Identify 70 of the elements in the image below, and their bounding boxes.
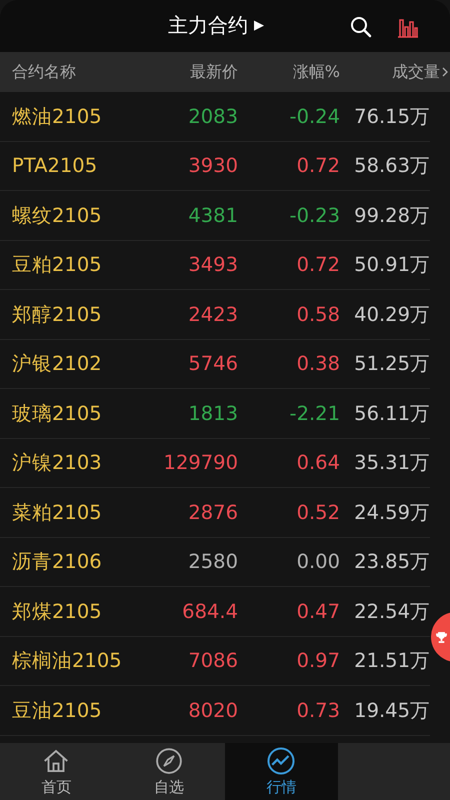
column-header[interactable]: 涨幅% (292, 62, 340, 82)
line-chart-icon (266, 746, 296, 776)
volume-cell-text: 21.51万 (354, 648, 430, 674)
volume-cell-text: 50.91万 (354, 252, 430, 278)
change-cell: 0.64 (296, 451, 340, 474)
price-cell: 684.4 (182, 600, 238, 623)
change-cell: 0.47 (296, 600, 340, 623)
quote-row[interactable]: 棕榈油2105 7086 0.97 21.51万 (0, 636, 430, 686)
contract-name: 燃油2105 (12, 104, 103, 130)
change-cell: 0.38 (296, 352, 340, 376)
change-cell: 0.97 (296, 649, 340, 672)
change-cell: -2.21 (290, 402, 340, 425)
volume-cell-text: 24.59万 (354, 500, 430, 526)
volume-cell-text: 40.29万 (354, 302, 430, 328)
change-cell: -0.23 (290, 204, 340, 227)
price-cell: 129790 (164, 451, 238, 474)
quote-row[interactable]: 沥青2106 2580 0.00 23.85万 (0, 538, 430, 587)
change-cell: 0.58 (296, 302, 340, 326)
volume-cell-text: 56.11万 (354, 400, 430, 427)
price-cell: 2580 (188, 550, 238, 574)
volume-cell-text: 23.85万 (354, 549, 430, 576)
change-cell: 0.00 (296, 550, 340, 574)
price-cell: 2876 (188, 500, 238, 524)
contract-name: 菜粕2105 (12, 500, 103, 526)
bar-chart-icon[interactable] (396, 16, 420, 38)
sort-column-header[interactable]: 成交量 (392, 62, 440, 82)
price-cell: 3930 (188, 154, 238, 178)
column-header: 合约名称 (12, 62, 77, 82)
price-cell: 3493 (188, 253, 238, 276)
nav-tab[interactable]: 行情 (225, 743, 338, 800)
contract-name: 棕榈油2105 (12, 648, 123, 674)
volume-cell-text: 58.63万 (354, 153, 430, 180)
contract-name: 郑醇2105 (12, 302, 103, 328)
quote-row[interactable]: 沪镍2103 129790 0.64 35.31万 (0, 438, 430, 488)
column-header[interactable]: 最新价 (190, 62, 238, 82)
change-cell: 0.72 (296, 154, 340, 178)
trophy-icon (435, 630, 448, 644)
volume-cell-text: 22.54万 (354, 598, 430, 625)
contract-name: 豆油2105 (12, 698, 103, 724)
contract-name: 沥青2106 (12, 549, 103, 576)
title-dropdown[interactable]: 主力合约 ▶ (168, 12, 264, 39)
contract-name: PTA2105 (12, 154, 98, 178)
price-cell: 7086 (188, 649, 238, 672)
quote-row[interactable]: PTA2105 3930 0.72 58.63万 (0, 142, 430, 191)
price-cell: 5746 (188, 352, 238, 376)
contract-name: 玻璃2105 (12, 400, 103, 427)
contract-name: 沪镍2103 (12, 450, 103, 476)
volume-cell-text: 99.28万 (354, 202, 430, 229)
price-cell: 8020 (188, 698, 238, 722)
change-cell: 0.73 (296, 698, 340, 722)
change-cell: 0.52 (296, 500, 340, 524)
contract-name: 郑煤2105 (12, 598, 103, 625)
volume-cell-text: 76.15万 (354, 104, 430, 130)
contract-name: 豆粕2105 (12, 252, 103, 278)
quote-row[interactable]: 沪银2102 5746 0.38 51.25万 (0, 340, 430, 389)
price-cell: 2423 (188, 302, 238, 326)
compass-icon (154, 746, 184, 776)
volume-cell-text: 35.31万 (354, 450, 430, 476)
chevron-icon (442, 67, 448, 77)
change-cell: 0.72 (296, 253, 340, 276)
price-cell: 1813 (188, 402, 238, 425)
quote-row[interactable]: 豆粕2105 3493 0.72 50.91万 (0, 240, 430, 290)
search-icon[interactable] (349, 15, 373, 39)
volume-cell-text: 19.45万 (354, 698, 430, 724)
volume-cell-text: 51.25万 (354, 351, 430, 378)
contract-name: 螺纹2105 (12, 202, 103, 229)
price-cell: 2083 (188, 104, 238, 128)
price-cell: 4381 (188, 204, 238, 227)
contract-name: 沪银2102 (12, 351, 103, 378)
change-cell: -0.24 (290, 104, 340, 128)
